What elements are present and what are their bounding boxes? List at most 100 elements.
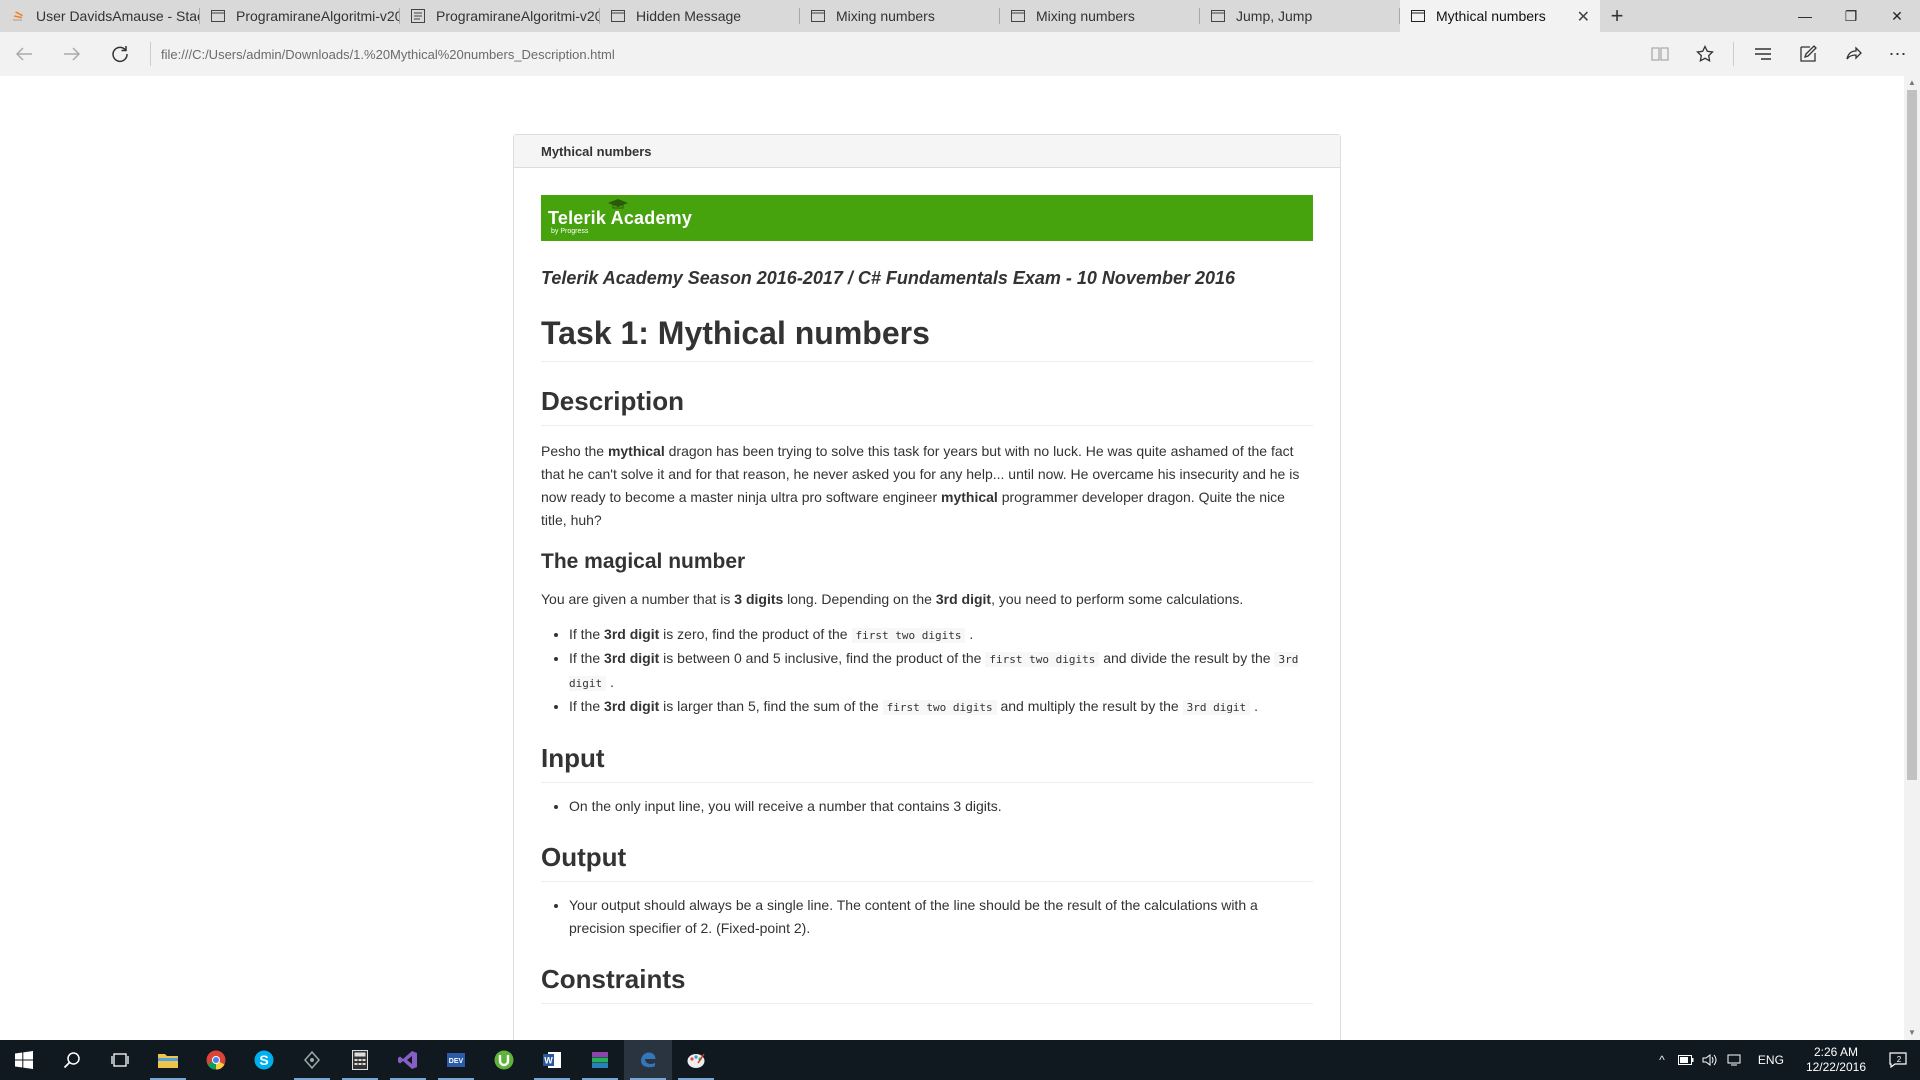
clock-time: 2:26 AM	[1813, 1045, 1858, 1059]
arrow-left-icon	[15, 47, 32, 61]
divider	[150, 42, 151, 66]
address-bar[interactable]: file:///C:/Users/admin/Downloads/1.%20My…	[161, 47, 1561, 62]
app-icon	[304, 1050, 320, 1070]
scroll-down-icon[interactable]: ▼	[1904, 1026, 1920, 1040]
list-item: If the 3rd digit is between 0 and 5 incl…	[569, 647, 1313, 695]
edge-button[interactable]	[624, 1040, 672, 1080]
favorite-button[interactable]	[1682, 32, 1727, 76]
scroll-up-icon[interactable]: ▲	[1904, 76, 1920, 90]
tab-mixing-numbers-1[interactable]: Mixing numbers	[800, 0, 1000, 32]
app-button[interactable]	[288, 1040, 336, 1080]
winrar-button[interactable]	[576, 1040, 624, 1080]
tab-stack-overflow[interactable]: User DavidsAmause - Stack	[0, 0, 200, 32]
share-button[interactable]	[1830, 32, 1875, 76]
tab-title: Hidden Message	[636, 8, 742, 24]
word-button[interactable]: W	[528, 1040, 576, 1080]
input-heading: Input	[541, 743, 1313, 783]
forward-button[interactable]	[48, 32, 96, 76]
page-icon	[1210, 8, 1226, 24]
close-tab-icon[interactable]: ✕	[1577, 7, 1590, 27]
stack-overflow-icon	[10, 8, 26, 24]
list-item: If the 3rd digit is zero, find the produ…	[569, 623, 1313, 647]
back-button[interactable]	[0, 32, 48, 76]
telerik-academy-banner: Telerik Academy by Progress	[541, 195, 1313, 241]
tab-mythical-numbers[interactable]: Mythical numbers ✕	[1400, 0, 1600, 32]
language-indicator[interactable]: ENG	[1746, 1053, 1796, 1067]
visual-studio-button[interactable]	[384, 1040, 432, 1080]
calculator-button[interactable]	[336, 1040, 384, 1080]
reading-view-button[interactable]	[1637, 32, 1682, 76]
minimize-button[interactable]: —	[1782, 0, 1828, 32]
file-explorer-button[interactable]	[144, 1040, 192, 1080]
search-button[interactable]	[48, 1040, 96, 1080]
tab-hidden-message[interactable]: Hidden Message	[600, 0, 800, 32]
scroll-thumb[interactable]	[1907, 90, 1917, 780]
devexpress-button[interactable]: DEV	[432, 1040, 480, 1080]
bold-text: 3 digits	[734, 591, 784, 607]
more-icon: ⋯	[1888, 43, 1907, 64]
text-run: , you need to perform some calculations.	[991, 591, 1244, 607]
task-view-button[interactable]	[96, 1040, 144, 1080]
action-center-button[interactable]: 2	[1876, 1040, 1920, 1080]
panel-body: Telerik Academy by Progress Telerik Acad…	[514, 168, 1340, 1004]
text-run: is between 0 and 5 inclusive, find the p…	[659, 650, 986, 666]
tab-programirane-2[interactable]: ProgramiraneAlgoritmi-v20	[400, 0, 600, 32]
vertical-scrollbar[interactable]: ▲ ▼	[1904, 76, 1920, 1040]
page-icon	[810, 8, 826, 24]
text-run: .	[965, 626, 974, 642]
edge-icon	[641, 1052, 656, 1068]
network-icon[interactable]	[1722, 1040, 1746, 1080]
tab-title: Mixing numbers	[836, 8, 935, 24]
hub-button[interactable]	[1740, 32, 1785, 76]
refresh-button[interactable]	[96, 32, 144, 76]
text-run: If the	[569, 626, 605, 642]
close-window-button[interactable]: ✕	[1874, 0, 1920, 32]
windows-icon	[15, 1051, 33, 1069]
utorrent-button[interactable]	[480, 1040, 528, 1080]
logo-text: Telerik Academy	[548, 207, 693, 228]
hub-icon	[1754, 48, 1771, 60]
page-viewport: Mythical numbers Telerik Academy by Prog…	[0, 76, 1904, 1040]
tab-title: ProgramiraneAlgoritmi-v20	[236, 8, 400, 24]
text-run: If the	[569, 650, 605, 666]
word-icon: W	[543, 1052, 561, 1068]
text-run: .	[1250, 698, 1258, 714]
chevron-up-icon[interactable]: ^	[1650, 1040, 1674, 1080]
new-tab-button[interactable]: +	[1600, 0, 1634, 32]
clock[interactable]: 2:26 AM 12/22/2016	[1796, 1045, 1876, 1075]
chrome-button[interactable]	[192, 1040, 240, 1080]
text-run: and divide the result by the	[1099, 650, 1275, 666]
visual-studio-icon	[398, 1051, 417, 1069]
tab-jump-jump[interactable]: Jump, Jump	[1200, 0, 1400, 32]
inline-code: first two digits	[882, 700, 997, 715]
paint-icon	[687, 1053, 705, 1068]
chrome-icon	[206, 1050, 226, 1070]
paint-button[interactable]	[672, 1040, 720, 1080]
more-button[interactable]: ⋯	[1875, 32, 1920, 76]
tab-title: ProgramiraneAlgoritmi-v20	[436, 8, 600, 24]
text-run: If the	[569, 698, 605, 714]
restore-button[interactable]: ❐	[1828, 0, 1874, 32]
tab-strip: User DavidsAmause - Stack ProgramiraneAl…	[0, 0, 1920, 32]
volume-icon[interactable]	[1698, 1040, 1722, 1080]
system-tray: ^ ENG 2:26 AM 12/22/2016 2	[1650, 1040, 1920, 1080]
start-button[interactable]	[0, 1040, 48, 1080]
battery-icon[interactable]	[1674, 1040, 1698, 1080]
web-note-button[interactable]	[1785, 32, 1830, 76]
list-item: On the only input line, you will receive…	[569, 795, 1313, 818]
window-controls: — ❐ ✕	[1782, 0, 1920, 32]
content-panel: Mythical numbers Telerik Academy by Prog…	[513, 134, 1341, 1040]
skype-button[interactable]: S	[240, 1040, 288, 1080]
divider	[1733, 42, 1734, 66]
season-heading: Telerik Academy Season 2016-2017 / C# Fu…	[541, 268, 1236, 288]
tab-title: Mythical numbers	[1436, 8, 1546, 24]
tab-programirane-1[interactable]: ProgramiraneAlgoritmi-v20	[200, 0, 400, 32]
logo-subtext: by Progress	[551, 228, 589, 235]
graduation-cap-icon	[608, 199, 628, 209]
tab-mixing-numbers-2[interactable]: Mixing numbers	[1000, 0, 1200, 32]
page-icon	[210, 8, 226, 24]
output-list: Your output should always be a single li…	[541, 894, 1313, 940]
svg-text:S: S	[259, 1052, 268, 1068]
arrow-right-icon	[64, 47, 81, 61]
notification-icon: 2	[1889, 1052, 1907, 1068]
